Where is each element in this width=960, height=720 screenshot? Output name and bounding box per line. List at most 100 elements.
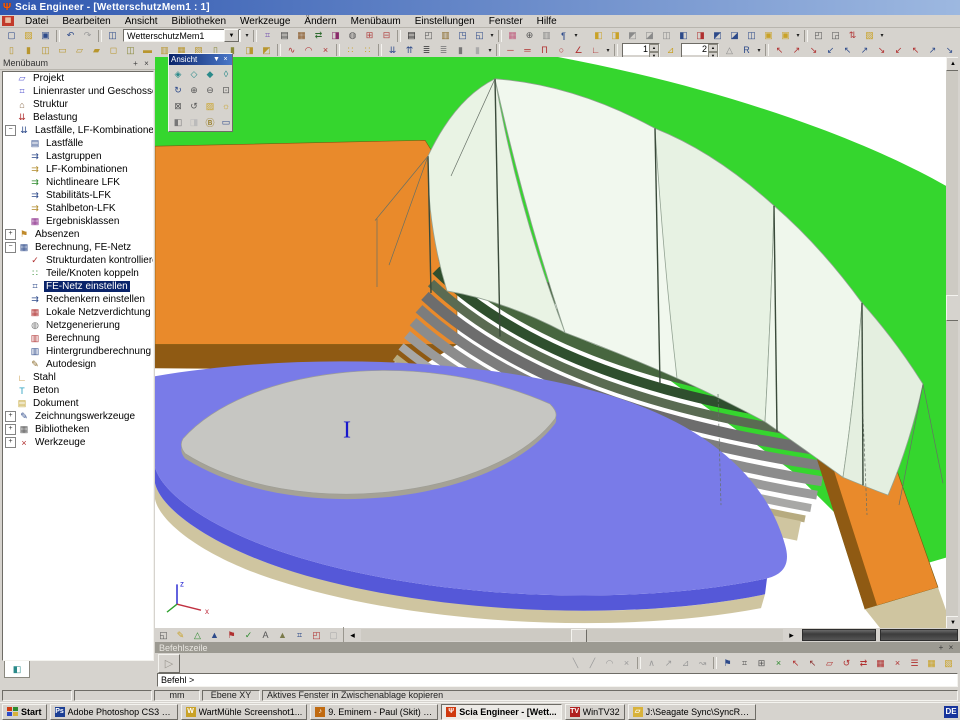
screen-view-icon[interactable]: ▭ xyxy=(218,114,234,130)
draw-circle-button[interactable]: ○ xyxy=(553,43,570,58)
select-all-icon[interactable]: ▦ xyxy=(872,655,889,671)
tree-item[interactable]: ⇉Stabilitäts-LFK xyxy=(3,189,153,202)
ucs-button[interactable]: R xyxy=(738,43,755,58)
view-window-10-button[interactable]: ◫ xyxy=(743,28,760,43)
deselect-all-icon[interactable]: × xyxy=(889,655,906,671)
view-window-2-button[interactable]: ◨ xyxy=(607,28,624,43)
named-view-icon[interactable]: Ⓑ xyxy=(202,114,218,130)
menu-item-werkzeuge[interactable]: Werkzeuge xyxy=(234,15,296,28)
view-window-11-button[interactable]: ▣ xyxy=(760,28,777,43)
line-grid-icon[interactable]: ⊞ xyxy=(753,655,770,671)
select-single-icon[interactable]: ↖ xyxy=(787,655,804,671)
extend-button[interactable]: ↖ xyxy=(907,43,924,58)
layer-spinner-value[interactable] xyxy=(682,44,708,55)
ansicht-header[interactable]: Ansicht ▼ × xyxy=(169,54,232,65)
table-input-icon[interactable]: ▦ xyxy=(923,655,940,671)
paste-picture-button[interactable]: ◲ xyxy=(827,28,844,43)
tree-item[interactable]: ⇉Stahlbeton-LFK xyxy=(3,202,153,215)
active-project-combo[interactable]: WetterschutzMem1▼ xyxy=(123,29,241,42)
tree-item[interactable]: +⚑Absenzen xyxy=(3,228,153,241)
undo-button[interactable]: ↶ xyxy=(62,28,79,43)
print-button[interactable]: ▤ xyxy=(403,28,420,43)
snap-polyline-icon[interactable]: ╱ xyxy=(584,655,601,671)
plate-button[interactable]: ▱ xyxy=(71,43,88,58)
tree-item[interactable]: ▥Hintergrundberechnung xyxy=(3,345,153,358)
modify-geometry-button[interactable]: ∿ xyxy=(283,43,300,58)
tree-item[interactable]: ⇊Belastung xyxy=(3,111,153,124)
bracing-button[interactable]: ▭ xyxy=(54,43,71,58)
layer-filter-button[interactable]: △ xyxy=(721,43,738,58)
export-folder-button[interactable]: ▨ xyxy=(861,28,878,43)
menu-item-fenster[interactable]: Fenster xyxy=(483,15,529,28)
zoom-slider[interactable] xyxy=(880,629,958,641)
merge-nodes-button[interactable]: ⇈ xyxy=(401,43,418,58)
draw-axes-button[interactable]: ═ xyxy=(519,43,536,58)
light-icon[interactable]: ☼ xyxy=(218,98,234,114)
layer-spinner[interactable]: ▲▼ xyxy=(681,43,719,58)
command-header[interactable]: Befehlszeile + × xyxy=(155,642,960,653)
tree-item[interactable]: ⌗Linienraster und Geschosse xyxy=(3,85,153,98)
copy-view-icon[interactable]: ◧ xyxy=(170,114,186,130)
tree-item[interactable]: +×Werkzeuge xyxy=(3,436,153,449)
title-bar[interactable]: Ψ Scia Engineer - [WetterschutzMem1 : 1] xyxy=(0,0,960,15)
menu-item-ansicht[interactable]: Ansicht xyxy=(119,15,164,28)
mesh-display-icon[interactable]: ⌗ xyxy=(291,627,308,643)
trim-button[interactable]: ↙ xyxy=(890,43,907,58)
tree-item[interactable]: ◍Netzgenerierung xyxy=(3,319,153,332)
tree-item[interactable]: ▱Projekt xyxy=(3,72,153,85)
taskbar-task[interactable]: TVWinTV32 xyxy=(565,704,625,720)
clipboard-button[interactable]: ◨ xyxy=(327,28,344,43)
activity-apply-button[interactable]: ⊿ xyxy=(662,43,679,58)
tree-expand-icon[interactable]: + xyxy=(5,411,16,422)
tree-expand-icon[interactable]: − xyxy=(5,242,16,253)
rotate-point-button[interactable]: ↖ xyxy=(839,43,856,58)
activity-spinner-value[interactable] xyxy=(623,44,649,55)
view-z-icon[interactable]: ◆ xyxy=(202,66,218,82)
snap-arc-icon[interactable]: ◠ xyxy=(601,655,618,671)
beam-button[interactable]: ▮ xyxy=(20,43,37,58)
move-nodes-button[interactable]: ⇊ xyxy=(384,43,401,58)
select-add-button[interactable]: ↖ xyxy=(771,43,788,58)
library-button[interactable]: ▥ xyxy=(437,28,454,43)
tree-item[interactable]: ⇉Lastgruppen xyxy=(3,150,153,163)
tree-item[interactable]: ▥Berechnung xyxy=(3,332,153,345)
select-invert-icon[interactable]: ⇄ xyxy=(855,655,872,671)
menu-item-menübaum[interactable]: Menübaum xyxy=(345,15,407,28)
export-button[interactable]: ◳ xyxy=(454,28,471,43)
open-button[interactable]: ▨ xyxy=(20,28,37,43)
tree-item[interactable]: −⇊Lastfälle, LF-Kombinationen xyxy=(3,124,153,137)
tree-item[interactable]: −▦Berechnung, FE-Netz xyxy=(3,241,153,254)
dropdown-arrow-icon[interactable]: ▾ xyxy=(572,29,580,43)
zoom-out-icon[interactable]: ⊖ xyxy=(202,82,218,98)
connect-members-button[interactable]: ◩ xyxy=(258,43,275,58)
node-group-button[interactable]: ∷ xyxy=(359,43,376,58)
print-preview-button[interactable]: ◰ xyxy=(420,28,437,43)
draw-angle-button[interactable]: ∠ xyxy=(570,43,587,58)
view-window-4-button[interactable]: ◪ xyxy=(641,28,658,43)
dropdown-arrow-icon[interactable]: ▾ xyxy=(794,29,802,43)
annotation-icon[interactable]: ✎ xyxy=(172,627,189,643)
curve-edit-button[interactable]: ◠ xyxy=(300,43,317,58)
select-by-property-icon[interactable]: ☰ xyxy=(906,655,923,671)
save-button[interactable]: ▣ xyxy=(37,28,54,43)
spinner-arrows[interactable]: ▲▼ xyxy=(649,44,659,57)
document-zoom-button[interactable]: ⊕ xyxy=(521,28,538,43)
view-window-1-button[interactable]: ◧ xyxy=(590,28,607,43)
draw-line-button[interactable]: ─ xyxy=(502,43,519,58)
menu-item-einstellungen[interactable]: Einstellungen xyxy=(409,15,481,28)
menu-item-bibliotheken[interactable]: Bibliotheken xyxy=(166,15,232,28)
horizontal-scrollbar[interactable] xyxy=(361,629,783,641)
cross-section-button[interactable]: ◨ xyxy=(241,43,258,58)
break-button[interactable]: ↗ xyxy=(924,43,941,58)
labels-check-icon[interactable]: ✓ xyxy=(240,627,257,643)
tree-expand-icon[interactable]: − xyxy=(5,125,16,136)
session-data-button[interactable]: ⌗ xyxy=(259,28,276,43)
stretch-button[interactable]: ↘ xyxy=(873,43,890,58)
zoom-in-icon[interactable]: ⊕ xyxy=(186,82,202,98)
taskbar-task[interactable]: ΨScia Engineer - [Wett... xyxy=(441,704,561,720)
view-window-3-button[interactable]: ◩ xyxy=(624,28,641,43)
copy-picture-button[interactable]: ◰ xyxy=(810,28,827,43)
wall-button[interactable]: ▰ xyxy=(88,43,105,58)
tree-item[interactable]: ⇉LF-Kombinationen xyxy=(3,163,153,176)
tree-item[interactable]: ▦Lokale Netzverdichtung xyxy=(3,306,153,319)
